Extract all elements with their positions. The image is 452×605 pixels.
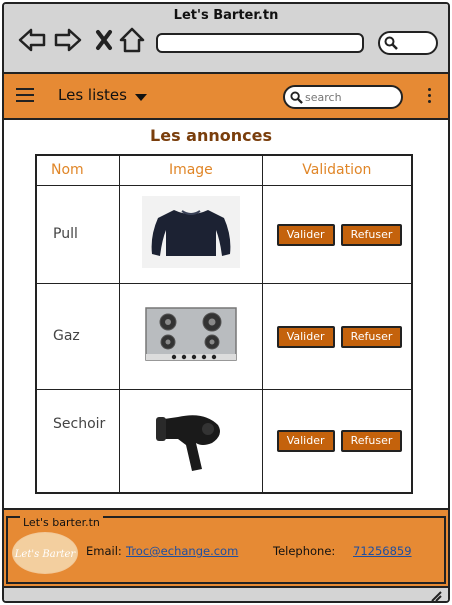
browser-window: Let's Barter.tn Les listes Les annonces bbox=[2, 2, 450, 603]
footer-frame: Let's barter.tn Let's Barter Email: Troc… bbox=[6, 516, 446, 584]
validate-button[interactable]: Valider bbox=[276, 325, 335, 348]
email-label: Email: bbox=[86, 544, 122, 558]
actions-cell: Valider Refuser bbox=[261, 282, 413, 390]
item-image-cell bbox=[119, 184, 263, 284]
close-icon[interactable] bbox=[90, 26, 118, 54]
column-header-name: Nom bbox=[35, 154, 121, 186]
search-field[interactable] bbox=[283, 85, 403, 109]
search-icon bbox=[290, 91, 303, 104]
item-name: Pull bbox=[35, 184, 121, 284]
footer: Let's barter.tn Let's Barter Email: Troc… bbox=[4, 508, 448, 586]
app-navbar: Les listes bbox=[4, 74, 448, 120]
table-row: Gaz Valider Refuser bbox=[35, 282, 413, 390]
forward-arrow-icon[interactable] bbox=[54, 26, 82, 54]
browser-search-field[interactable] bbox=[378, 31, 438, 55]
logo-text: Let's Barter bbox=[14, 549, 77, 560]
search-input[interactable] bbox=[305, 89, 395, 105]
chevron-down-icon[interactable] bbox=[135, 94, 147, 101]
lets-barter-logo: Let's Barter bbox=[12, 532, 78, 574]
item-name: Sechoir bbox=[35, 388, 121, 494]
column-header-validation: Validation bbox=[261, 154, 413, 186]
gas-stove-image bbox=[145, 307, 237, 361]
address-bar[interactable] bbox=[156, 33, 364, 53]
actions-cell: Valider Refuser bbox=[261, 388, 413, 494]
table-row: Pull Valider Refuser bbox=[35, 184, 413, 284]
window-title: Let's Barter.tn bbox=[173, 8, 279, 23]
home-icon[interactable] bbox=[118, 26, 146, 54]
main-content: Les annonces Nom Image Validation Pull V… bbox=[4, 120, 448, 508]
more-options-icon[interactable] bbox=[426, 88, 432, 106]
phone-link[interactable]: 71256859 bbox=[353, 544, 412, 558]
page-title: Les annonces bbox=[150, 126, 272, 145]
lists-menu-label[interactable]: Les listes bbox=[58, 86, 127, 104]
status-bar bbox=[4, 586, 448, 602]
item-image-cell bbox=[119, 388, 263, 494]
back-arrow-icon[interactable] bbox=[18, 26, 46, 54]
item-name: Gaz bbox=[35, 282, 121, 390]
actions-cell: Valider Refuser bbox=[261, 184, 413, 284]
table-header-row: Nom Image Validation bbox=[35, 154, 413, 186]
email-link[interactable]: Troc@echange.com bbox=[126, 544, 238, 558]
browser-chrome: Let's Barter.tn bbox=[4, 4, 448, 74]
sweater-image bbox=[141, 196, 240, 268]
refuse-button[interactable]: Refuser bbox=[340, 223, 403, 246]
listings-table: Nom Image Validation Pull Valider Refuse… bbox=[35, 154, 413, 494]
validate-button[interactable]: Valider bbox=[276, 223, 335, 246]
validate-button[interactable]: Valider bbox=[276, 430, 335, 453]
footer-title: Let's barter.tn bbox=[20, 516, 103, 529]
phone-label: Telephone: bbox=[273, 544, 336, 558]
item-image-cell bbox=[119, 282, 263, 390]
search-icon bbox=[384, 36, 398, 50]
hamburger-menu-icon[interactable] bbox=[16, 88, 34, 104]
hair-dryer-image bbox=[141, 402, 240, 475]
resize-handle-icon[interactable] bbox=[430, 590, 442, 602]
column-header-image: Image bbox=[119, 154, 263, 186]
table-row: Sechoir Valider Refuser bbox=[35, 388, 413, 494]
refuse-button[interactable]: Refuser bbox=[340, 430, 403, 453]
refuse-button[interactable]: Refuser bbox=[340, 325, 403, 348]
